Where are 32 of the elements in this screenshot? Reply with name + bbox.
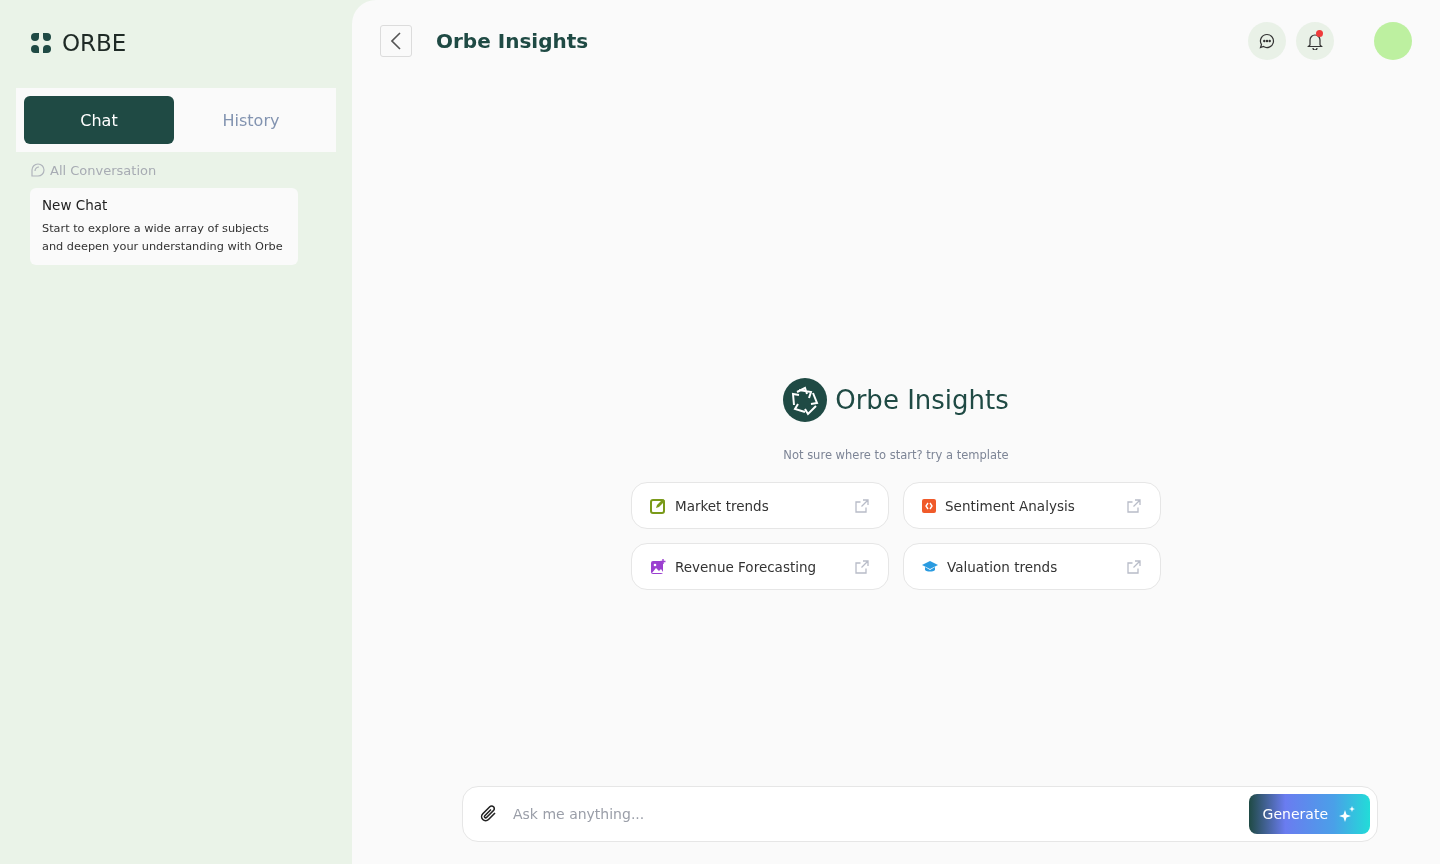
external-link-icon — [1126, 558, 1142, 575]
template-button[interactable]: Valuation trends — [903, 543, 1161, 590]
external-link-icon — [854, 558, 870, 575]
brand-name: ORBE — [62, 30, 127, 56]
template-button[interactable]: Sentiment Analysis — [903, 482, 1161, 529]
notifications-button[interactable] — [1296, 22, 1334, 60]
logo-icon — [783, 378, 828, 422]
chat-bubble-icon — [30, 162, 46, 178]
bell-icon — [1307, 32, 1323, 50]
edit-icon — [650, 497, 666, 514]
image-icon — [650, 558, 666, 575]
hero-subtitle: Not sure where to start? try a template — [783, 448, 1009, 462]
hero-title: Orbe Insights — [835, 385, 1009, 415]
page-title: Orbe Insights — [436, 29, 590, 53]
external-link-icon — [854, 497, 870, 514]
chat-bubble-icon — [1259, 33, 1275, 49]
section-label: All Conversation — [50, 162, 157, 178]
conversation-snippet: Start to explore a wide array of subjects and deepen your understanding with Orbe — [42, 221, 284, 255]
template-button[interactable]: Market trends — [631, 482, 889, 529]
tab[interactable]: Chat — [24, 96, 174, 144]
conversation-title: New Chat — [42, 197, 109, 213]
external-link-icon — [1126, 497, 1142, 514]
sparkle-icon — [1338, 805, 1356, 823]
paperclip-icon — [479, 804, 499, 824]
messages-button[interactable] — [1248, 22, 1286, 60]
graduation-cap-icon — [922, 559, 938, 574]
logo-icon — [30, 32, 52, 54]
code-icon — [922, 498, 936, 513]
back-button[interactable] — [380, 25, 412, 57]
template-button[interactable]: Revenue Forecasting — [631, 543, 889, 590]
conversation-card[interactable]: New Chat Start to explore a wide array of subjects and deepen your understanding with Orbe — [30, 188, 298, 265]
chevron-left-icon — [391, 32, 401, 50]
